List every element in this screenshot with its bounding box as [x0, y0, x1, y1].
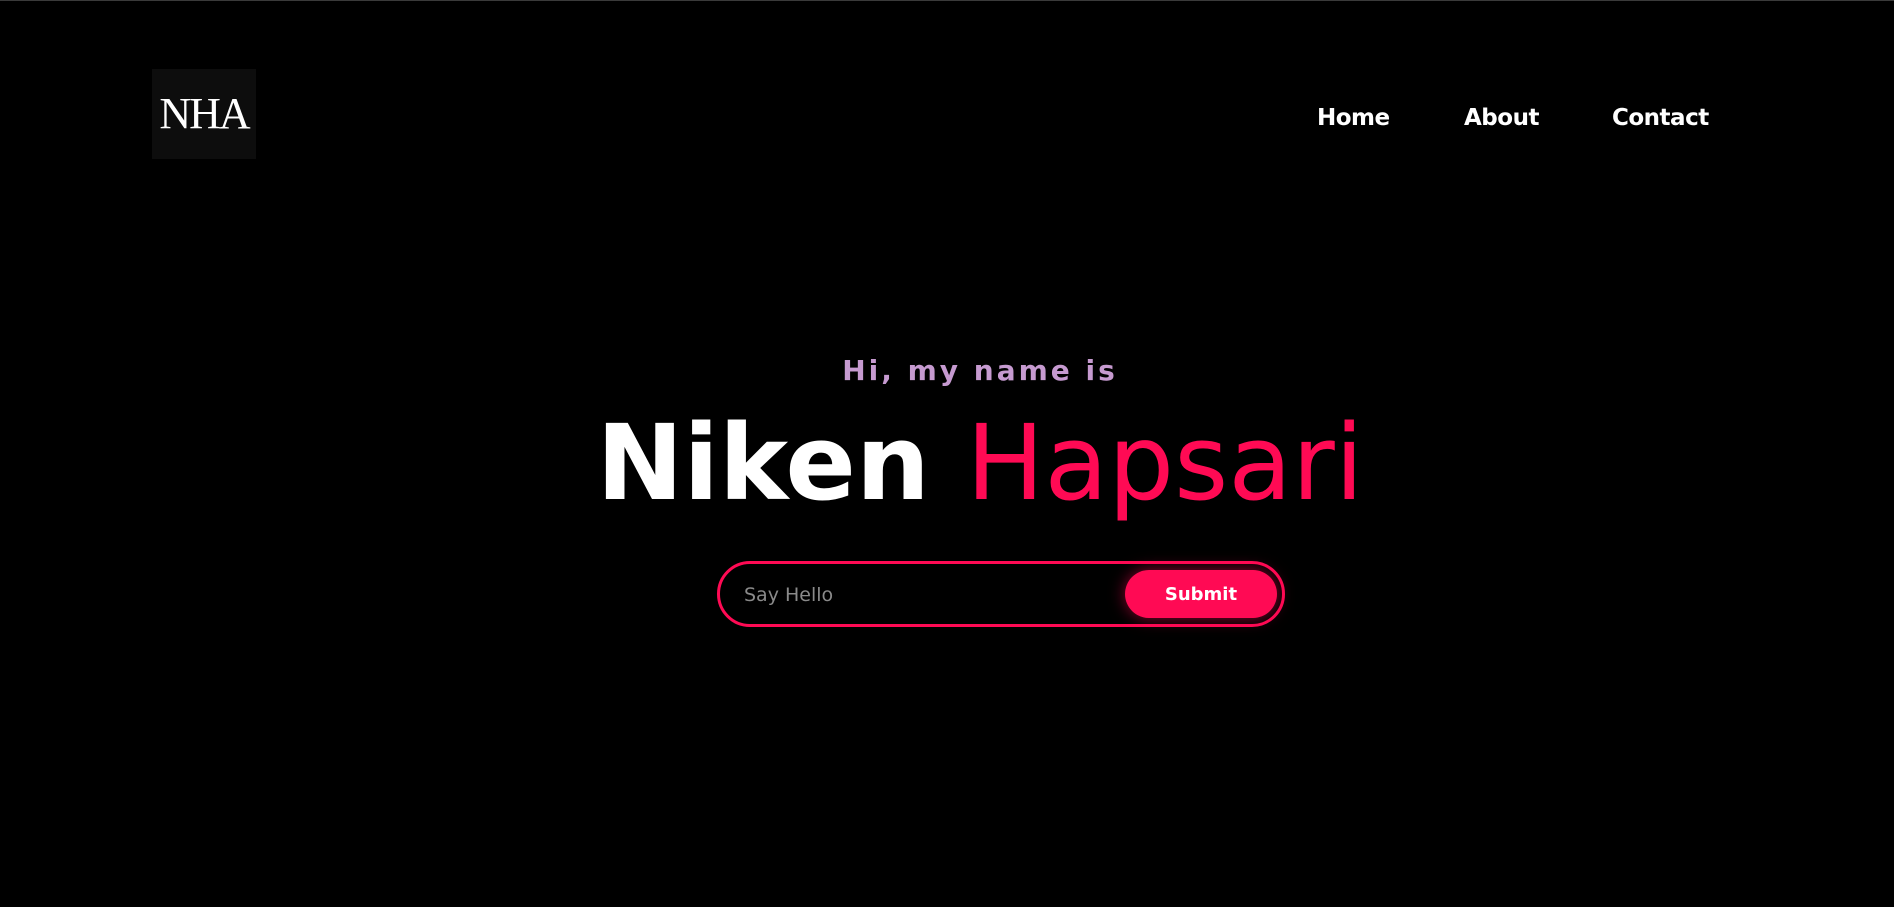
submit-button[interactable]: Submit	[1125, 570, 1277, 618]
hero-intro: Hi, my name is	[842, 354, 1118, 387]
nav-link-about[interactable]: About	[1464, 101, 1539, 135]
say-hello-input[interactable]	[742, 574, 1126, 616]
main-nav: Home About Contact	[0, 101, 1894, 135]
hero-first-name: Niken	[596, 402, 930, 524]
page: NHA Home About Contact Hi, my name is Ni…	[0, 0, 1894, 907]
nav-link-home[interactable]: Home	[1317, 101, 1390, 135]
nav-link-contact[interactable]: Contact	[1612, 101, 1709, 135]
hero-last-name: Hapsari	[966, 402, 1364, 524]
say-hello-form: Submit	[717, 561, 1285, 627]
hero-name: Niken Hapsari	[0, 403, 1894, 523]
